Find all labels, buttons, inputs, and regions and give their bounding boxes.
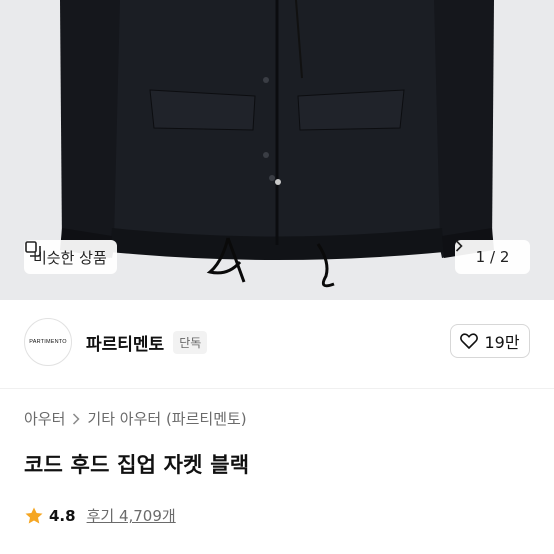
- chevron-right-icon: [73, 412, 80, 425]
- brand-name[interactable]: 파르티멘토: [86, 330, 164, 355]
- breadcrumb-root[interactable]: 아우터: [24, 408, 65, 429]
- product-image-carousel[interactable]: 비슷한 상품 1 / 2: [0, 0, 554, 300]
- brand-logo[interactable]: PARTIMENTO: [24, 318, 72, 366]
- like-button[interactable]: 19만: [450, 324, 530, 358]
- breadcrumb: 아우터 기타 아우터 (파르티멘토): [24, 408, 247, 429]
- pager-current: 1: [475, 248, 486, 266]
- image-pager[interactable]: 1 / 2: [455, 240, 530, 274]
- pager-text: 1 / 2: [476, 248, 510, 266]
- similar-items-icon: [25, 241, 41, 257]
- chevron-right-icon: [455, 240, 463, 252]
- rating-row: 4.8 후기 4,709개: [24, 505, 176, 526]
- pager-total: 2: [499, 248, 510, 266]
- rating-value: 4.8: [49, 506, 76, 525]
- like-count: 19만: [484, 333, 520, 352]
- section-divider: [0, 388, 554, 389]
- reviews-link[interactable]: 후기 4,709개: [87, 505, 176, 526]
- exclusive-badge: 단독: [173, 330, 208, 354]
- pager-separator: /: [489, 248, 496, 266]
- brand-logo-text: PARTIMENTO: [29, 339, 67, 345]
- product-title: 코드 후드 집업 자켓 블랙: [24, 453, 250, 477]
- similar-products-button[interactable]: 비슷한 상품: [24, 240, 117, 274]
- brand-row: PARTIMENTO 파르티멘토 단독 19만: [24, 314, 530, 370]
- breadcrumb-child[interactable]: 기타 아우터 (파르티멘토): [87, 408, 246, 429]
- star-icon: [25, 507, 43, 523]
- heart-icon: [460, 333, 479, 349]
- similar-products-label: 비슷한 상품: [33, 248, 107, 267]
